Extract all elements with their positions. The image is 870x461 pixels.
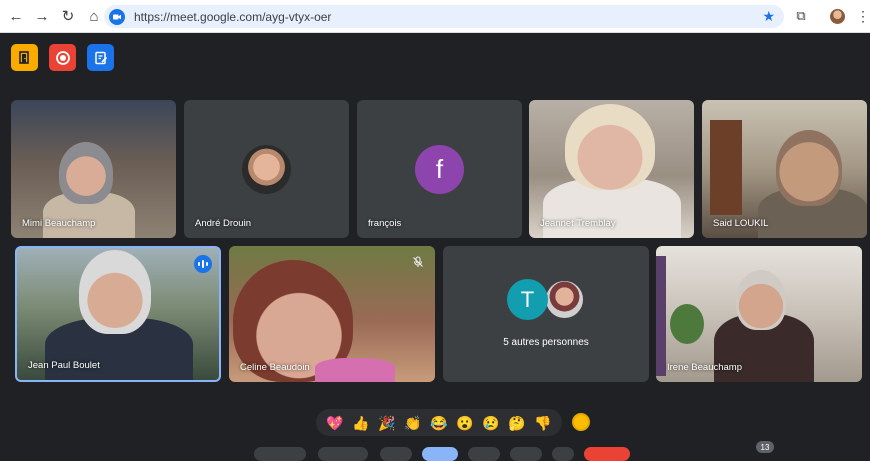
reactions-bar: 💖 👍 🎉 👏 😂 😮 😢 🤔 👎 bbox=[316, 409, 562, 436]
captions-button[interactable] bbox=[380, 447, 412, 461]
more-reactions-button[interactable] bbox=[572, 413, 590, 431]
record-icon[interactable] bbox=[49, 44, 76, 71]
video-feed bbox=[670, 304, 704, 344]
reaction-sad[interactable]: 😢 bbox=[482, 416, 499, 430]
participant-tile[interactable]: f françois bbox=[357, 100, 522, 238]
participant-tile[interactable]: Jeannet Tremblay bbox=[529, 100, 694, 238]
reaction-laugh[interactable]: 😂 bbox=[430, 416, 447, 430]
camera-button[interactable] bbox=[318, 447, 368, 461]
back-button[interactable]: ← bbox=[4, 4, 28, 28]
video-feed bbox=[776, 130, 842, 206]
video-feed bbox=[710, 120, 742, 215]
mic-off-icon bbox=[411, 255, 425, 269]
reactions-button[interactable] bbox=[422, 447, 458, 461]
participants-count-badge[interactable]: 13 bbox=[756, 441, 774, 453]
reaction-thinking[interactable]: 🤔 bbox=[508, 416, 525, 430]
participant-tile[interactable]: André Drouin bbox=[184, 100, 349, 238]
video-feed bbox=[59, 142, 113, 204]
profile-avatar[interactable] bbox=[830, 9, 845, 24]
participant-avatar bbox=[544, 279, 585, 320]
exit-door-icon[interactable] bbox=[11, 44, 38, 71]
participant-avatar: T bbox=[507, 279, 548, 320]
participant-name: Celine Beaudoin bbox=[240, 362, 310, 373]
participant-tile[interactable]: Said LOUKIL bbox=[702, 100, 867, 238]
participant-name: Jeannet Tremblay bbox=[540, 218, 616, 229]
reaction-thumbs-down[interactable]: 👎 bbox=[534, 416, 551, 430]
participant-tile[interactable]: Irene Beauchamp bbox=[656, 246, 862, 382]
others-avatar-group: T bbox=[507, 279, 587, 321]
browser-menu-icon[interactable]: ⋮ bbox=[856, 7, 870, 25]
participant-name: André Drouin bbox=[195, 218, 251, 229]
forward-button[interactable]: → bbox=[30, 4, 54, 28]
video-feed bbox=[565, 104, 655, 190]
reaction-surprised[interactable]: 😮 bbox=[456, 416, 473, 430]
meet-video-icon bbox=[109, 8, 125, 25]
video-feed bbox=[736, 270, 786, 330]
reaction-party[interactable]: 🎉 bbox=[378, 416, 395, 430]
participant-name: françois bbox=[368, 218, 402, 229]
participant-name: Irene Beauchamp bbox=[667, 362, 742, 373]
reaction-thumbs-up[interactable]: 👍 bbox=[352, 416, 369, 430]
browser-toolbar: ← → ↻ ⌂ https://meet.google.com/ayg-vtyx… bbox=[0, 0, 870, 33]
participant-avatar: f bbox=[415, 145, 464, 194]
more-options-button[interactable] bbox=[552, 447, 574, 461]
speaking-indicator-icon bbox=[194, 255, 212, 273]
participant-avatar bbox=[242, 145, 291, 194]
home-button[interactable]: ⌂ bbox=[82, 4, 106, 28]
url-text: https://meet.google.com/ayg-vtyx-oer bbox=[134, 9, 332, 24]
participant-tile[interactable]: Mimi Beauchamp bbox=[11, 100, 176, 238]
mic-button[interactable] bbox=[254, 447, 306, 461]
other-participants-tile[interactable]: T 5 autres personnes bbox=[443, 246, 649, 382]
present-button[interactable] bbox=[468, 447, 500, 461]
participant-tile-active[interactable]: Jean Paul Boulet bbox=[15, 246, 221, 382]
participant-tile[interactable]: Celine Beaudoin bbox=[229, 246, 435, 382]
participant-name: Mimi Beauchamp bbox=[22, 218, 96, 229]
extensions-icon[interactable]: ⧉ bbox=[792, 7, 810, 25]
reload-button[interactable]: ↻ bbox=[56, 4, 80, 28]
notes-edit-icon[interactable] bbox=[87, 44, 114, 71]
video-feed bbox=[656, 256, 666, 376]
participant-name: Jean Paul Boulet bbox=[28, 360, 100, 371]
video-feed bbox=[79, 250, 151, 334]
participant-name: Said LOUKIL bbox=[713, 218, 769, 229]
bookmark-star-icon[interactable]: ★ bbox=[762, 8, 775, 25]
reaction-clap[interactable]: 👏 bbox=[404, 416, 421, 430]
leave-call-button[interactable] bbox=[584, 447, 630, 461]
address-bar[interactable]: https://meet.google.com/ayg-vtyx-oer ★ bbox=[104, 5, 784, 28]
others-count-label: 5 autres personnes bbox=[503, 337, 589, 348]
raise-hand-button[interactable] bbox=[510, 447, 542, 461]
reaction-heart[interactable]: 💖 bbox=[326, 416, 343, 430]
video-feed bbox=[315, 358, 395, 382]
